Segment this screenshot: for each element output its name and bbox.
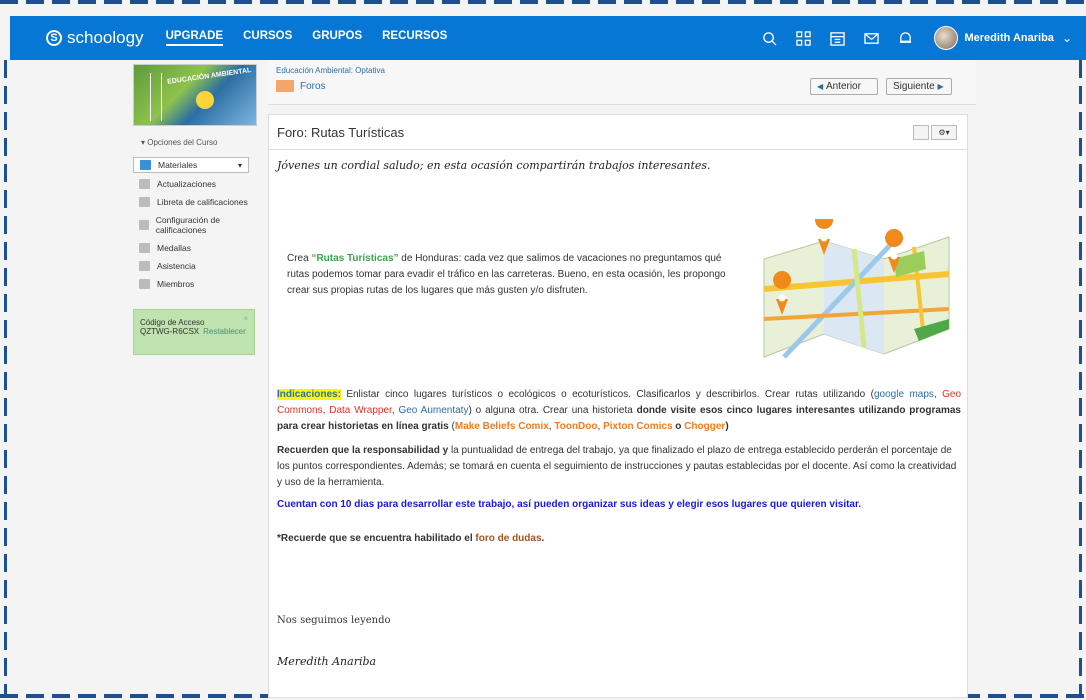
nav-cursos[interactable]: CURSOS	[243, 30, 292, 46]
intro-paragraph: Crea “Rutas Turísticas” de Honduras: cad…	[287, 253, 726, 296]
sidebar-item-medallas[interactable]: Medallas	[133, 239, 259, 257]
action-button[interactable]	[913, 125, 929, 140]
nav-grupos[interactable]: GRUPOS	[312, 30, 362, 46]
responsibility-paragraph: Recuerden que la responsabilidad y la pu…	[277, 445, 957, 488]
folder-icon	[276, 80, 294, 92]
schoology-logo[interactable]: S schoology	[46, 28, 144, 48]
rutas-turisticas-highlight: “Rutas Turísticas”	[311, 253, 399, 264]
access-code-value: QZTWG-R6CSX	[140, 327, 200, 336]
indicaciones-paragraph: Indicaciones: Enlistar cinco lugares tur…	[277, 389, 962, 432]
breadcrumb[interactable]: Educación Ambiental: Optativa	[276, 66, 385, 75]
link-chogger[interactable]: Chogger	[684, 421, 725, 432]
link-geo-aumentaty[interactable]: Geo Aumentaty	[398, 405, 468, 416]
page-title: Foro: Rutas Turísticas ⚙▾	[269, 115, 967, 150]
next-button[interactable]: Siguiente ▶	[886, 78, 952, 95]
user-name[interactable]: Meredith Anariba	[964, 32, 1053, 44]
sidebar-item-configuracion[interactable]: Configuración de calificaciones	[133, 211, 259, 239]
dashed-border-top	[0, 0, 1086, 4]
arrow-right-icon: ▶	[937, 82, 944, 91]
dashed-border-right	[1079, 60, 1082, 696]
material-header: Educación Ambiental: Optativa Foros ◀ An…	[268, 60, 976, 105]
reset-code-link[interactable]: Restablecer	[203, 327, 246, 336]
link-google-maps[interactable]: google maps	[874, 389, 934, 400]
materials-icon	[140, 160, 151, 170]
chevron-down-icon: ▾	[237, 160, 242, 170]
link-toondoo[interactable]: ToonDoo	[554, 421, 597, 432]
previous-button[interactable]: ◀ Anterior	[810, 78, 878, 95]
reminder-paragraph: *Recuerde que se encuentra habilitado el…	[277, 533, 545, 544]
folder-link[interactable]: Foros	[300, 81, 326, 92]
map-illustration	[763, 219, 950, 359]
access-code-box: × Código de Acceso QZTWG-R6CSX Restablece…	[133, 309, 255, 355]
apps-grid-icon[interactable]	[788, 28, 818, 48]
chevron-down-icon[interactable]: ⌄	[1062, 31, 1072, 45]
badges-icon	[139, 243, 150, 253]
course-image-text: EDUCACIÓN AMBIENTAL	[167, 67, 253, 86]
closing-text: Nos seguimos leyendo	[277, 615, 391, 626]
discussion-panel: Foro: Rutas Turísticas ⚙▾ Jóvenes un cor…	[268, 114, 968, 698]
dashed-border-left	[4, 60, 7, 696]
link-pixton-comics[interactable]: Pixton Comics	[603, 421, 672, 432]
link-data-wrapper[interactable]: Data Wrapper	[329, 405, 392, 416]
course-image: EDUCACIÓN AMBIENTAL	[133, 64, 257, 126]
notification-bell-icon[interactable]	[890, 28, 920, 48]
arrow-left-icon: ◀	[817, 82, 824, 91]
course-sidebar: EDUCACIÓN AMBIENTAL ▾ Opciones del Curso…	[133, 64, 259, 355]
calendar-icon[interactable]	[822, 28, 852, 48]
course-image-sun	[196, 91, 214, 109]
search-icon[interactable]	[754, 28, 784, 48]
main-nav: UPGRADE CURSOS GRUPOS RECURSOS	[165, 30, 468, 46]
schoology-logo-icon: S	[46, 30, 62, 46]
link-make-beliefs-comix[interactable]: Make Beliefs Comix	[455, 421, 549, 432]
course-options[interactable]: ▾ Opciones del Curso	[141, 138, 259, 147]
post-body: Indicaciones: Enlistar cinco lugares tur…	[277, 387, 961, 547]
gear-icon[interactable]: ⚙▾	[931, 125, 957, 140]
toolbar: Meredith Anariba ⌄	[750, 26, 1072, 50]
greeting: Jóvenes un cordial saludo; en esta ocasi…	[277, 159, 711, 172]
sidebar-item-materiales[interactable]: Materiales ▾	[133, 157, 249, 173]
mail-icon[interactable]	[856, 28, 886, 48]
link-foro-de-dudas[interactable]: foro de dudas	[475, 533, 541, 544]
course-image-tower	[150, 73, 162, 121]
sidebar-item-libreta[interactable]: Libreta de calificaciones	[133, 193, 259, 211]
sidebar-item-actualizaciones[interactable]: Actualizaciones	[133, 175, 259, 193]
members-icon	[139, 279, 150, 289]
avatar[interactable]	[934, 26, 959, 50]
nav-upgrade[interactable]: UPGRADE	[165, 30, 224, 46]
days-paragraph: Cuentan con 10 dias para desarrollar est…	[277, 499, 862, 510]
sidebar-item-asistencia[interactable]: Asistencia	[133, 257, 259, 275]
top-navigation-bar: S schoology UPGRADE CURSOS GRUPOS RECURS…	[10, 16, 1086, 60]
close-icon[interactable]: ×	[243, 314, 248, 323]
signature: Meredith Anariba	[277, 655, 377, 668]
gradebook-icon	[139, 197, 150, 207]
nav-recursos[interactable]: RECURSOS	[382, 30, 447, 46]
indicaciones-label: Indicaciones:	[277, 389, 341, 400]
updates-icon	[139, 179, 150, 189]
grade-setup-icon	[139, 220, 149, 230]
attendance-icon	[139, 261, 150, 271]
sidebar-item-miembros[interactable]: Miembros	[133, 275, 259, 293]
access-code-title: Código de Acceso	[140, 318, 205, 327]
